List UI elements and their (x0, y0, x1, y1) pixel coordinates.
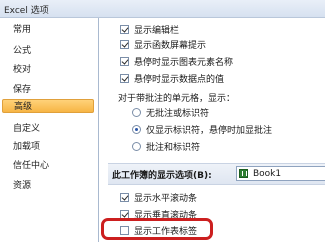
option-label: 悬停时显示数据点的值 (134, 74, 225, 85)
workbook-select[interactable]: Book1 (236, 166, 325, 181)
radio-button[interactable] (132, 124, 141, 134)
comments-display-label: 对于带批注的单元格，显示： (118, 94, 236, 104)
option-label: 显示水平滚动条 (134, 193, 198, 204)
option-label: 显示函数屏幕提示 (134, 40, 207, 51)
option-label: 悬停时显示图表元素名称 (134, 57, 234, 68)
radio-comments-and-indicators[interactable]: 批注和标识符 (132, 139, 200, 153)
radio-indicators-only[interactable]: 仅显示标识符，悬停时加显批注 (132, 122, 272, 136)
option-hover-data-point-values[interactable]: 悬停时显示数据点的值 (120, 71, 224, 85)
sidebar-item-save[interactable]: 保存 (13, 83, 31, 97)
sidebar-item-advanced[interactable]: 高级 (2, 99, 94, 113)
sidebar-item-common[interactable]: 常用 (13, 23, 31, 37)
checkbox-show-function-tooltips[interactable] (120, 39, 129, 49)
checkbox-hover-chart-element-names[interactable] (120, 56, 129, 66)
sidebar-item-formulas[interactable]: 公式 (13, 44, 31, 58)
sidebar-item-addins[interactable]: 加载项 (13, 140, 40, 154)
section-title: 此工作簿的显示选项(B): (112, 171, 212, 181)
sidebar-item-proofing[interactable]: 校对 (13, 63, 31, 77)
option-show-formula-bar[interactable]: 显示编辑栏 (120, 22, 179, 36)
workbook-select-value: Book1 (253, 169, 282, 179)
advanced-options-panel: 显示编辑栏 显示函数屏幕提示 悬停时显示图表元素名称 悬停时显示数据点的值 对于… (99, 18, 325, 242)
sidebar-item-customize[interactable]: 自定义 (13, 122, 40, 136)
option-show-function-tooltips[interactable]: 显示函数屏幕提示 (120, 37, 206, 51)
option-label: 无批注或标识符 (146, 108, 210, 119)
option-hover-chart-element-names[interactable]: 悬停时显示图表元素名称 (120, 54, 233, 68)
radio-button[interactable] (132, 141, 141, 151)
sidebar-item-resources[interactable]: 资源 (13, 179, 31, 193)
option-show-horizontal-scrollbar[interactable]: 显示水平滚动条 (120, 190, 197, 204)
checkbox-show-horizontal-scrollbar[interactable] (120, 192, 129, 202)
option-label: 显示编辑栏 (134, 25, 180, 36)
workbook-options-header: 此工作簿的显示选项(B): Book1 (108, 163, 325, 185)
options-sidebar: 常用 公式 校对 保存 高级 自定义 加载项 信任中心 资源 (0, 18, 99, 242)
checkbox-hover-data-point-values[interactable] (120, 73, 129, 83)
option-label: 仅显示标识符，悬停时加显批注 (146, 125, 273, 136)
checkbox-show-formula-bar[interactable] (120, 24, 129, 34)
highlight-annotation (101, 218, 213, 240)
excel-workbook-icon (239, 169, 248, 178)
window-title: Excel 选项 (4, 6, 49, 16)
radio-no-comments[interactable]: 无批注或标识符 (132, 105, 209, 119)
radio-button[interactable] (132, 107, 141, 117)
title-bar: Excel 选项 (0, 0, 325, 18)
sidebar-item-trust-center[interactable]: 信任中心 (13, 159, 49, 173)
option-label: 批注和标识符 (146, 142, 201, 153)
